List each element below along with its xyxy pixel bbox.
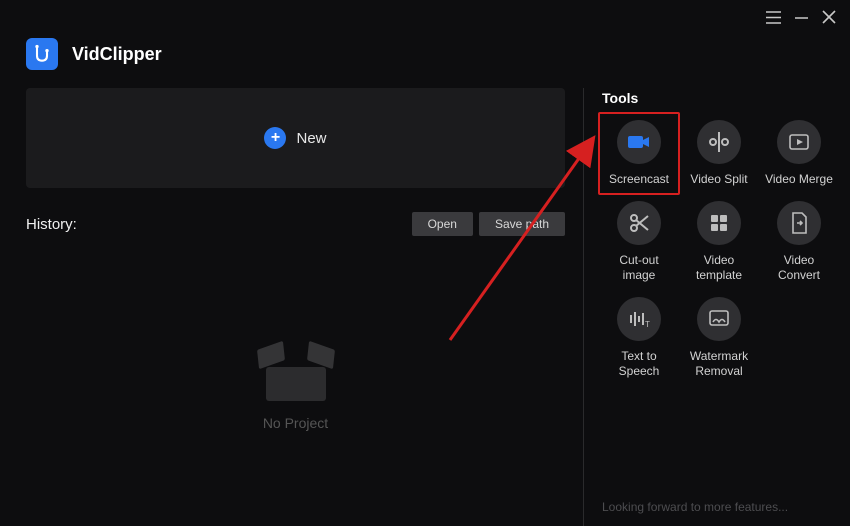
tool-label: Text to Speech — [604, 349, 674, 379]
tool-video-convert[interactable]: Video Convert — [762, 201, 836, 283]
play-icon — [777, 120, 821, 164]
tool-label: Video Merge — [765, 172, 833, 187]
app-title: VidClipper — [72, 44, 162, 65]
template-icon — [697, 201, 741, 245]
tool-label: Video template — [684, 253, 754, 283]
empty-state: No Project — [26, 246, 565, 526]
camera-icon — [617, 120, 661, 164]
history-label: History: — [26, 216, 77, 233]
minimize-icon[interactable] — [795, 11, 808, 24]
tool-cutout-image[interactable]: Cut-out image — [602, 201, 676, 283]
divider — [583, 88, 584, 526]
svg-text:T: T — [645, 320, 650, 329]
open-button[interactable]: Open — [412, 212, 473, 236]
save-path-button[interactable]: Save path — [479, 212, 565, 236]
tool-video-template[interactable]: Video template — [682, 201, 756, 283]
empty-text: No Project — [263, 415, 328, 431]
tool-watermark-removal[interactable]: Watermark Removal — [682, 297, 756, 379]
tools-footer: Looking forward to more features... — [602, 490, 836, 526]
file-convert-icon — [777, 201, 821, 245]
new-project-button[interactable]: + New — [26, 88, 565, 188]
tools-pane: Tools Screencast Video Split Video Merge — [588, 88, 836, 526]
titlebar: VidClipper — [0, 0, 850, 70]
tools-title: Tools — [602, 90, 836, 106]
watermark-icon — [697, 297, 741, 341]
tool-label: Cut-out image — [604, 253, 674, 283]
empty-box-icon — [256, 341, 336, 401]
waveform-icon: T — [617, 297, 661, 341]
tool-label: Video Convert — [764, 253, 834, 283]
tool-text-to-speech[interactable]: T Text to Speech — [602, 297, 676, 379]
tool-video-merge[interactable]: Video Merge — [762, 120, 836, 187]
close-icon[interactable] — [822, 10, 836, 24]
window-controls — [766, 10, 836, 24]
split-icon — [697, 120, 741, 164]
tool-label: Watermark Removal — [684, 349, 754, 379]
tool-label: Video Split — [690, 172, 747, 187]
tool-label: Screencast — [609, 172, 669, 187]
scissors-icon — [617, 201, 661, 245]
left-pane: + New History: Open Save path No Project — [26, 88, 583, 526]
tool-video-split[interactable]: Video Split — [682, 120, 756, 187]
app-icon — [26, 38, 58, 70]
menu-icon[interactable] — [766, 11, 781, 24]
new-label: New — [296, 130, 326, 147]
plus-icon: + — [264, 127, 286, 149]
tool-screencast[interactable]: Screencast — [598, 112, 680, 195]
